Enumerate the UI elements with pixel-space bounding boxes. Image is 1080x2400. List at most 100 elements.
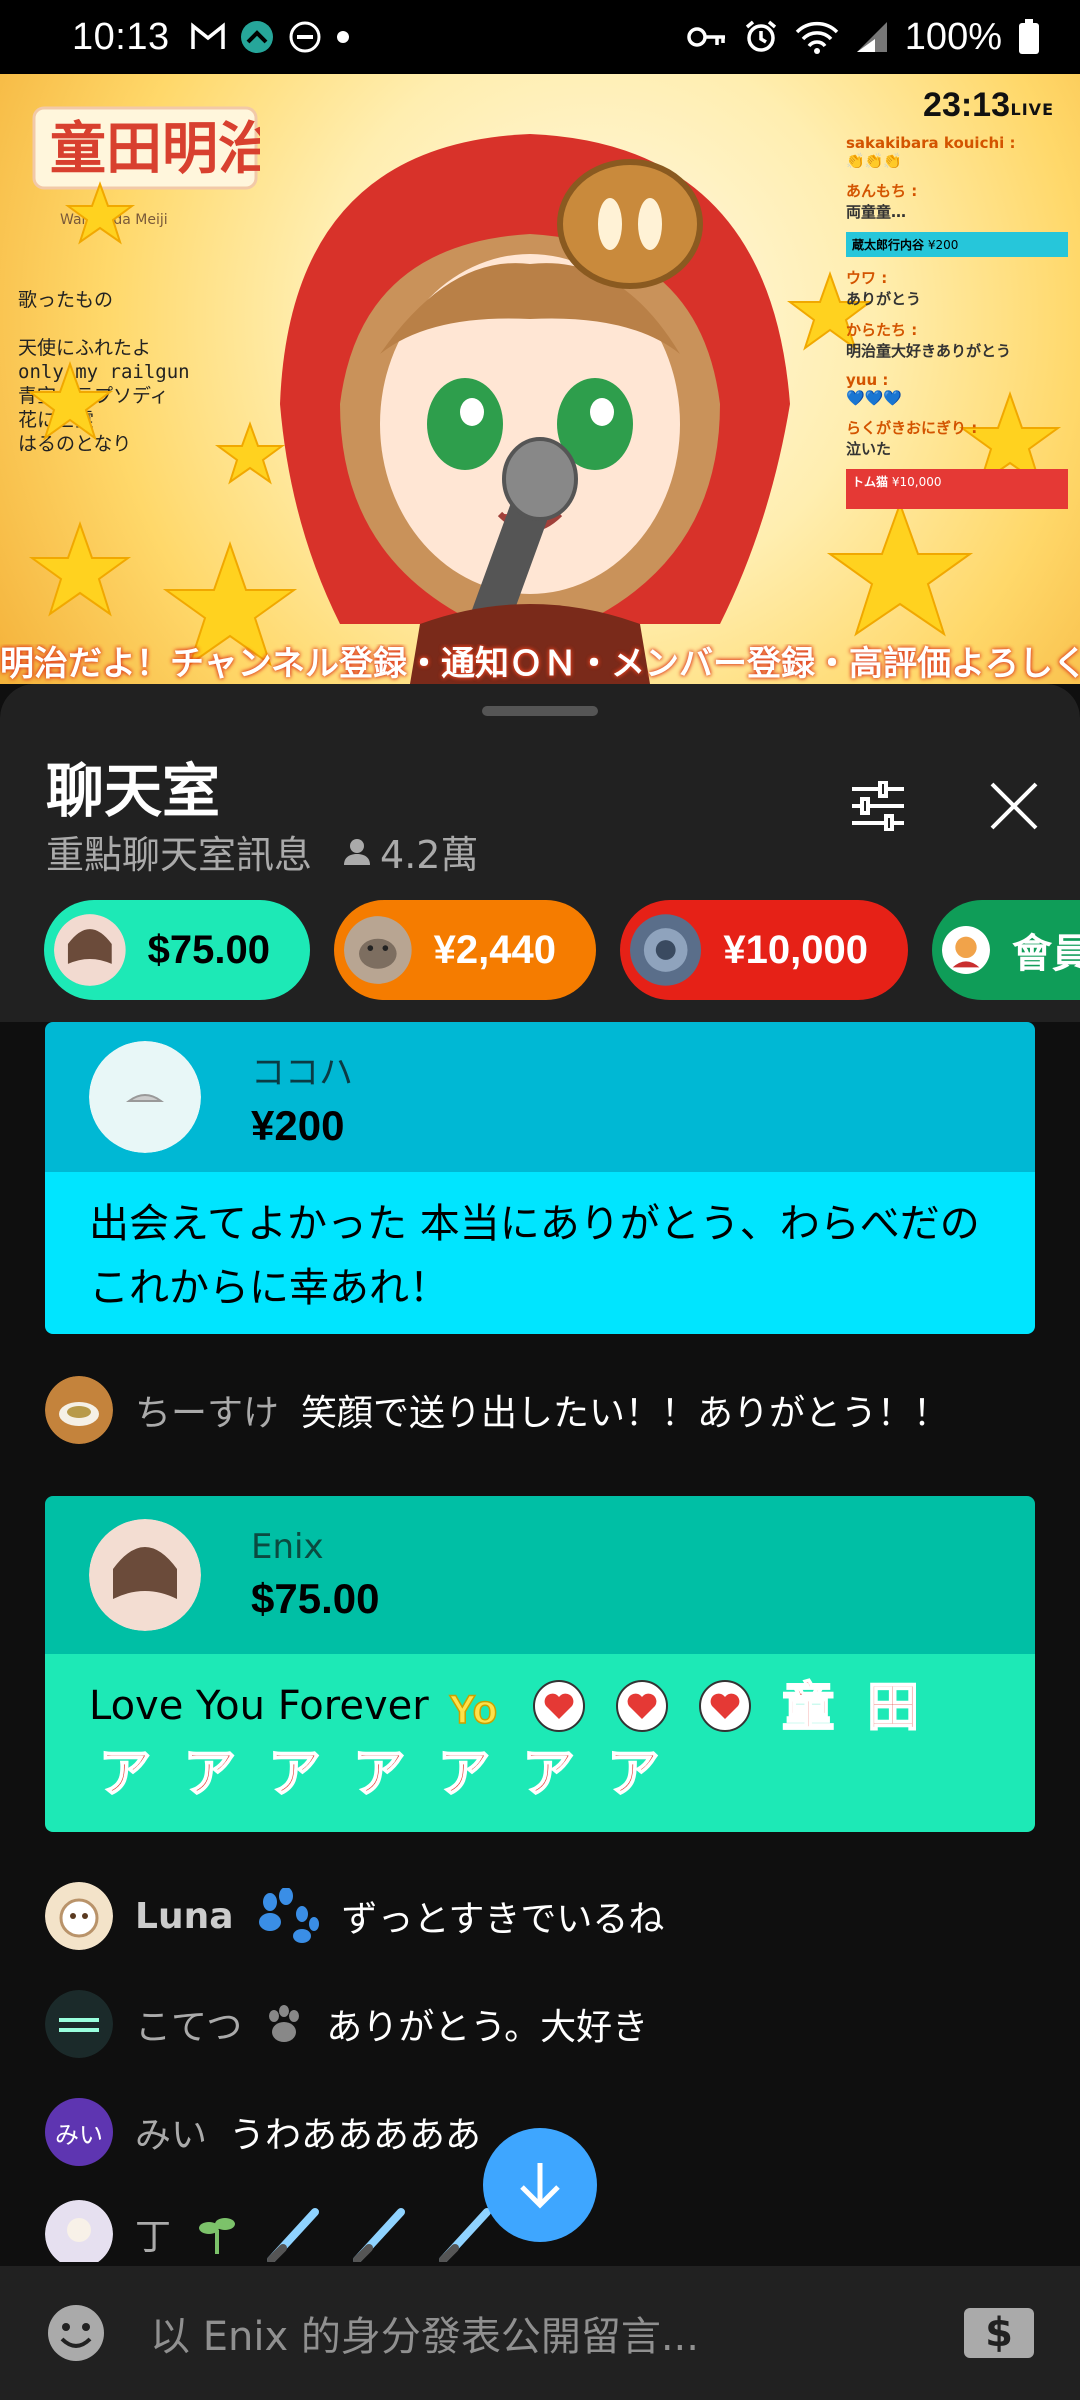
chat-mode-label[interactable]: 重點聊天室訊息 xyxy=(46,824,312,879)
super-chat-button[interactable]: $ xyxy=(964,2308,1034,2358)
superchat-author[interactable]: ココハ xyxy=(251,1045,353,1094)
a-emoji: ア xyxy=(352,1742,406,1805)
status-time: 10:13 xyxy=(72,15,170,58)
superchat-amount: ¥200 xyxy=(251,1101,345,1149)
close-icon xyxy=(990,782,1038,830)
chat-message[interactable]: こてつ ありがとう。大好き xyxy=(45,1990,648,2058)
battery-icon xyxy=(1019,19,1039,54)
svg-text:Yo: Yo xyxy=(449,1688,497,1732)
kanji-emoji: 童 xyxy=(781,1676,835,1739)
chat-title: 聊天室 xyxy=(46,757,221,825)
a-emoji: ア xyxy=(437,1742,491,1805)
stream-clock: 23:13 xyxy=(923,86,1010,124)
ticker-chip[interactable]: ¥10,000 xyxy=(620,900,908,1000)
superchat-message[interactable]: ココハ ¥200 出会えてよかった 本当にありがとう、わらべだのこれからに幸あれ… xyxy=(45,1022,1035,1334)
close-chat-button[interactable] xyxy=(978,770,1050,842)
arrow-down-icon xyxy=(520,2163,560,2209)
message-author[interactable]: こてつ xyxy=(135,1998,242,2050)
emoji-icon[interactable] xyxy=(46,2303,106,2363)
message-author[interactable]: ちーすけ xyxy=(135,1384,279,1436)
chat-input-bar: 以 Enix 的身分發表公開留言... $ xyxy=(0,2266,1080,2400)
chat-message[interactable]: 丁 xyxy=(45,2200,521,2262)
superchat-text-content: Love You Forever xyxy=(89,1683,429,1729)
chat-message[interactable]: みい みい うわあああああ xyxy=(45,2098,481,2166)
overlay-chat-line: からたち : 明治童大好きありがとう xyxy=(846,321,1012,360)
heart-bubble-icon xyxy=(615,1680,668,1732)
battery-percent: 100% xyxy=(904,15,1002,58)
chat-input[interactable]: 以 Enix 的身分發表公開留言... xyxy=(150,2304,699,2362)
yo-emoji: Yo xyxy=(449,1687,499,1733)
chat-messages[interactable]: ココハ ¥200 出会えてよかった 本当にありがとう、わらべだのこれからに幸あれ… xyxy=(0,1022,1080,2262)
ticker-amount: 會員 xyxy=(1012,932,1080,976)
a-emoji: ア xyxy=(183,1742,237,1805)
superchat-amount: $75.00 xyxy=(251,1575,380,1622)
avatar xyxy=(942,926,990,974)
overlay-chat-line: sakakibara kouichi : 👏👏👏 xyxy=(846,134,1016,170)
heart-bubble-icon xyxy=(533,1680,586,1732)
vtuber-character xyxy=(280,134,790,684)
message-author[interactable]: Luna xyxy=(135,1896,234,1937)
superchat-text: 出会えてよかった 本当にありがとう、わらべだのこれからに幸あれ！ xyxy=(45,1172,1035,1334)
avatar xyxy=(54,914,126,986)
ticker-amount: ¥10,000 xyxy=(723,927,868,972)
overlay-chat-line: あんもち : 両童童… xyxy=(846,182,918,221)
ticker-amount: ¥2,440 xyxy=(433,927,556,972)
avatar: みい xyxy=(45,2098,113,2166)
ticker-amount: $75.00 xyxy=(147,927,270,972)
scroll-to-bottom-button[interactable] xyxy=(483,2128,597,2242)
overlay-superchat-red: トム猫 ¥10,000 xyxy=(846,469,1068,509)
overlay-chat-line: yuu : 💙💙💙 xyxy=(846,371,903,407)
paw-icon xyxy=(269,2005,300,2042)
ticker-chip[interactable]: $75.00 xyxy=(44,900,310,1000)
overlay-chat-line: らくがきおにぎり : 泣いた xyxy=(846,419,978,458)
paw-icon xyxy=(258,1888,319,1943)
avatar xyxy=(89,1519,201,1631)
a-emoji: ア xyxy=(522,1742,576,1805)
superchat-author[interactable]: Enix xyxy=(251,1527,379,1567)
overlay-chat: sakakibara kouichi : 👏👏👏 あんもち : 両童童… 蔵太郎行内… xyxy=(846,134,1068,574)
gmail-icon xyxy=(190,22,225,49)
chat-filter-button[interactable] xyxy=(842,770,914,842)
message-author[interactable]: 丁 xyxy=(135,2208,171,2260)
kanji-emoji: 田 xyxy=(866,1676,920,1739)
app-icon xyxy=(240,21,273,53)
avatar xyxy=(45,1882,113,1950)
avatar xyxy=(45,2200,113,2262)
video-ticker: 明治だよ！チャンネル登録・通知ＯＮ・メンバー登録・高評価よろしく xyxy=(0,644,1080,684)
drag-handle[interactable] xyxy=(482,706,598,716)
video-player[interactable]: 童田明治 Warabeda Meiji 歌ったもの 天使にふれたよ only m… xyxy=(0,74,1080,684)
wifi-icon xyxy=(795,21,839,54)
money-icon: $ xyxy=(985,2310,1013,2356)
key-icon xyxy=(687,27,725,47)
chat-header: 聊天室 重點聊天室訊息 4.2萬 $75.00 ¥2,440 ¥10,000 會… xyxy=(0,684,1080,1022)
status-bar: 10:13 100% xyxy=(0,0,1080,74)
message-author[interactable]: みい xyxy=(135,2106,207,2158)
dot-icon xyxy=(336,31,349,43)
a-emoji: ア xyxy=(98,1742,152,1805)
overlay-superchat: 蔵太郎行内谷 ¥200 xyxy=(846,232,1068,257)
ticker-chip[interactable]: 會員 xyxy=(932,900,1080,1000)
lightstick-icon xyxy=(353,2208,406,2262)
superchat-ticker: $75.00 ¥2,440 ¥10,000 會員 xyxy=(44,900,1080,1000)
chat-message[interactable]: Luna ずっとすきでいるね xyxy=(45,1882,664,1950)
dnd-icon xyxy=(289,21,321,53)
person-icon xyxy=(344,838,371,865)
viewer-count-value: 4.2萬 xyxy=(380,833,479,877)
a-emoji: ア xyxy=(606,1742,660,1805)
ticker-chip[interactable]: ¥2,440 xyxy=(334,900,596,1000)
heart-bubble-icon xyxy=(698,1680,751,1732)
message-text: ずっとすきでいるね xyxy=(341,1899,665,1940)
superchat-text: Love You Forever Yo 童 田 ア ア ア ア ア ア ア xyxy=(45,1654,1035,1832)
sliders-icon xyxy=(852,781,904,831)
signal-icon xyxy=(856,22,887,52)
chat-message[interactable]: ちーすけ 笑顔で送り出したい！！ありがとう！！ xyxy=(45,1376,949,1444)
sprout-emoji xyxy=(199,2218,236,2254)
message-text: 笑顔で送り出したい！！ありがとう！！ xyxy=(301,1393,950,1434)
chat-mode-selector[interactable]: 重點聊天室訊息 4.2萬 xyxy=(46,824,478,879)
avatar xyxy=(45,1376,113,1444)
viewer-count: 4.2萬 xyxy=(342,824,478,879)
alarm-icon xyxy=(745,20,776,52)
superchat-message[interactable]: Enix $75.00 Love You Forever Yo 童 田 ア ア … xyxy=(45,1496,1035,1832)
avatar xyxy=(630,914,702,986)
message-text: うわあああああ xyxy=(229,2115,482,2156)
